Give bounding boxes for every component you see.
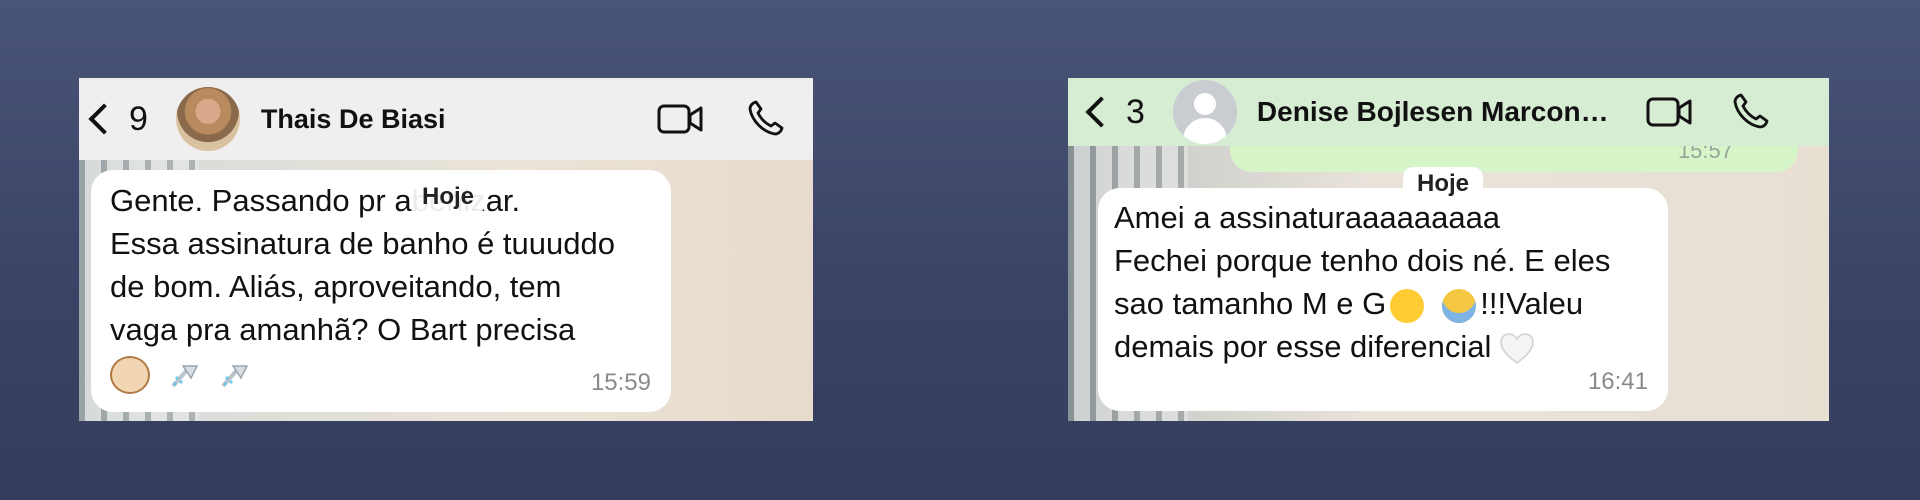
chevron-left-icon bbox=[1085, 96, 1117, 128]
message-timestamp: 16:41 bbox=[1587, 368, 1648, 395]
contact-name[interactable]: Thais De Biasi bbox=[261, 104, 561, 135]
message-line: de bom. Aliás, aproveitando, tem bbox=[110, 269, 562, 304]
contact-name[interactable]: Denise Bojlesen Marcond... bbox=[1257, 96, 1617, 128]
avatar[interactable] bbox=[175, 87, 240, 151]
back-button[interactable]: 9 bbox=[88, 99, 148, 139]
message-text: Gente. Passando pr abenizar. Essa assina… bbox=[110, 179, 615, 394]
shower-emoji-icon bbox=[221, 365, 249, 388]
chat-screenshot-thais: 9 Thais De Biasi Gente. Passando pr aben… bbox=[79, 78, 813, 421]
person-placeholder-body bbox=[1182, 118, 1227, 144]
shower-emoji-icon bbox=[171, 365, 198, 388]
person-placeholder-icon bbox=[1193, 93, 1216, 115]
chat-screenshot-denise: 15:57 3 Denise Bojlesen Marcond... Amei … bbox=[1068, 78, 1829, 421]
incoming-message-bubble[interactable]: Amei a assinaturaaaaaaaaa Fechei porque … bbox=[1098, 188, 1668, 411]
dog-face-emoji-icon bbox=[110, 355, 150, 394]
phone-call-icon[interactable] bbox=[1732, 92, 1770, 130]
chevron-left-icon bbox=[88, 103, 120, 135]
message-line: Essa assinatura de banho é tuuuddo bbox=[110, 226, 615, 261]
avatar[interactable] bbox=[1172, 80, 1237, 144]
message-line: vaga pra amanhã? O Bart precisa bbox=[110, 312, 576, 347]
message-line: Fechei porque tenho dois né. E eles bbox=[1114, 243, 1611, 278]
message-line: demais por esse diferencial bbox=[1114, 325, 1610, 368]
emoji-line bbox=[110, 351, 615, 394]
message-line-suffix: !!!Valeu bbox=[1480, 286, 1584, 321]
white-heart-emoji-icon bbox=[1500, 333, 1535, 364]
date-divider-chip: Hoje bbox=[410, 181, 487, 213]
unread-count: 3 bbox=[1126, 92, 1145, 131]
outgoing-message-bubble[interactable]: 15:57 bbox=[1230, 138, 1798, 172]
message-line: Amei a assinaturaaaaaaaaa bbox=[1114, 200, 1501, 235]
date-divider-chip: Hoje bbox=[1403, 167, 1484, 201]
screaming-emoji-icon bbox=[1442, 288, 1477, 323]
video-call-icon[interactable] bbox=[657, 103, 703, 135]
chat-header: 3 Denise Bojlesen Marcond... bbox=[1068, 78, 1829, 146]
message-timestamp: 15:59 bbox=[590, 369, 651, 396]
laughing-emoji-icon bbox=[1390, 288, 1425, 323]
unread-count: 9 bbox=[129, 99, 148, 138]
incoming-message-bubble[interactable]: Gente. Passando pr abenizar. Essa assina… bbox=[91, 170, 671, 412]
message-line-text: demais por esse diferencial bbox=[1114, 329, 1492, 364]
message-line-text: sao tamanho M e G bbox=[1114, 286, 1387, 321]
message-text: Amei a assinaturaaaaaaaaa Fechei porque … bbox=[1114, 196, 1610, 368]
message-line: sao tamanho M e G !!!Valeu bbox=[1114, 282, 1610, 325]
message-line: Gente. Passando pr abenizar. bbox=[110, 183, 521, 218]
video-call-icon[interactable] bbox=[1646, 96, 1692, 128]
back-button[interactable]: 3 bbox=[1085, 92, 1145, 132]
phone-call-icon[interactable] bbox=[747, 99, 785, 137]
